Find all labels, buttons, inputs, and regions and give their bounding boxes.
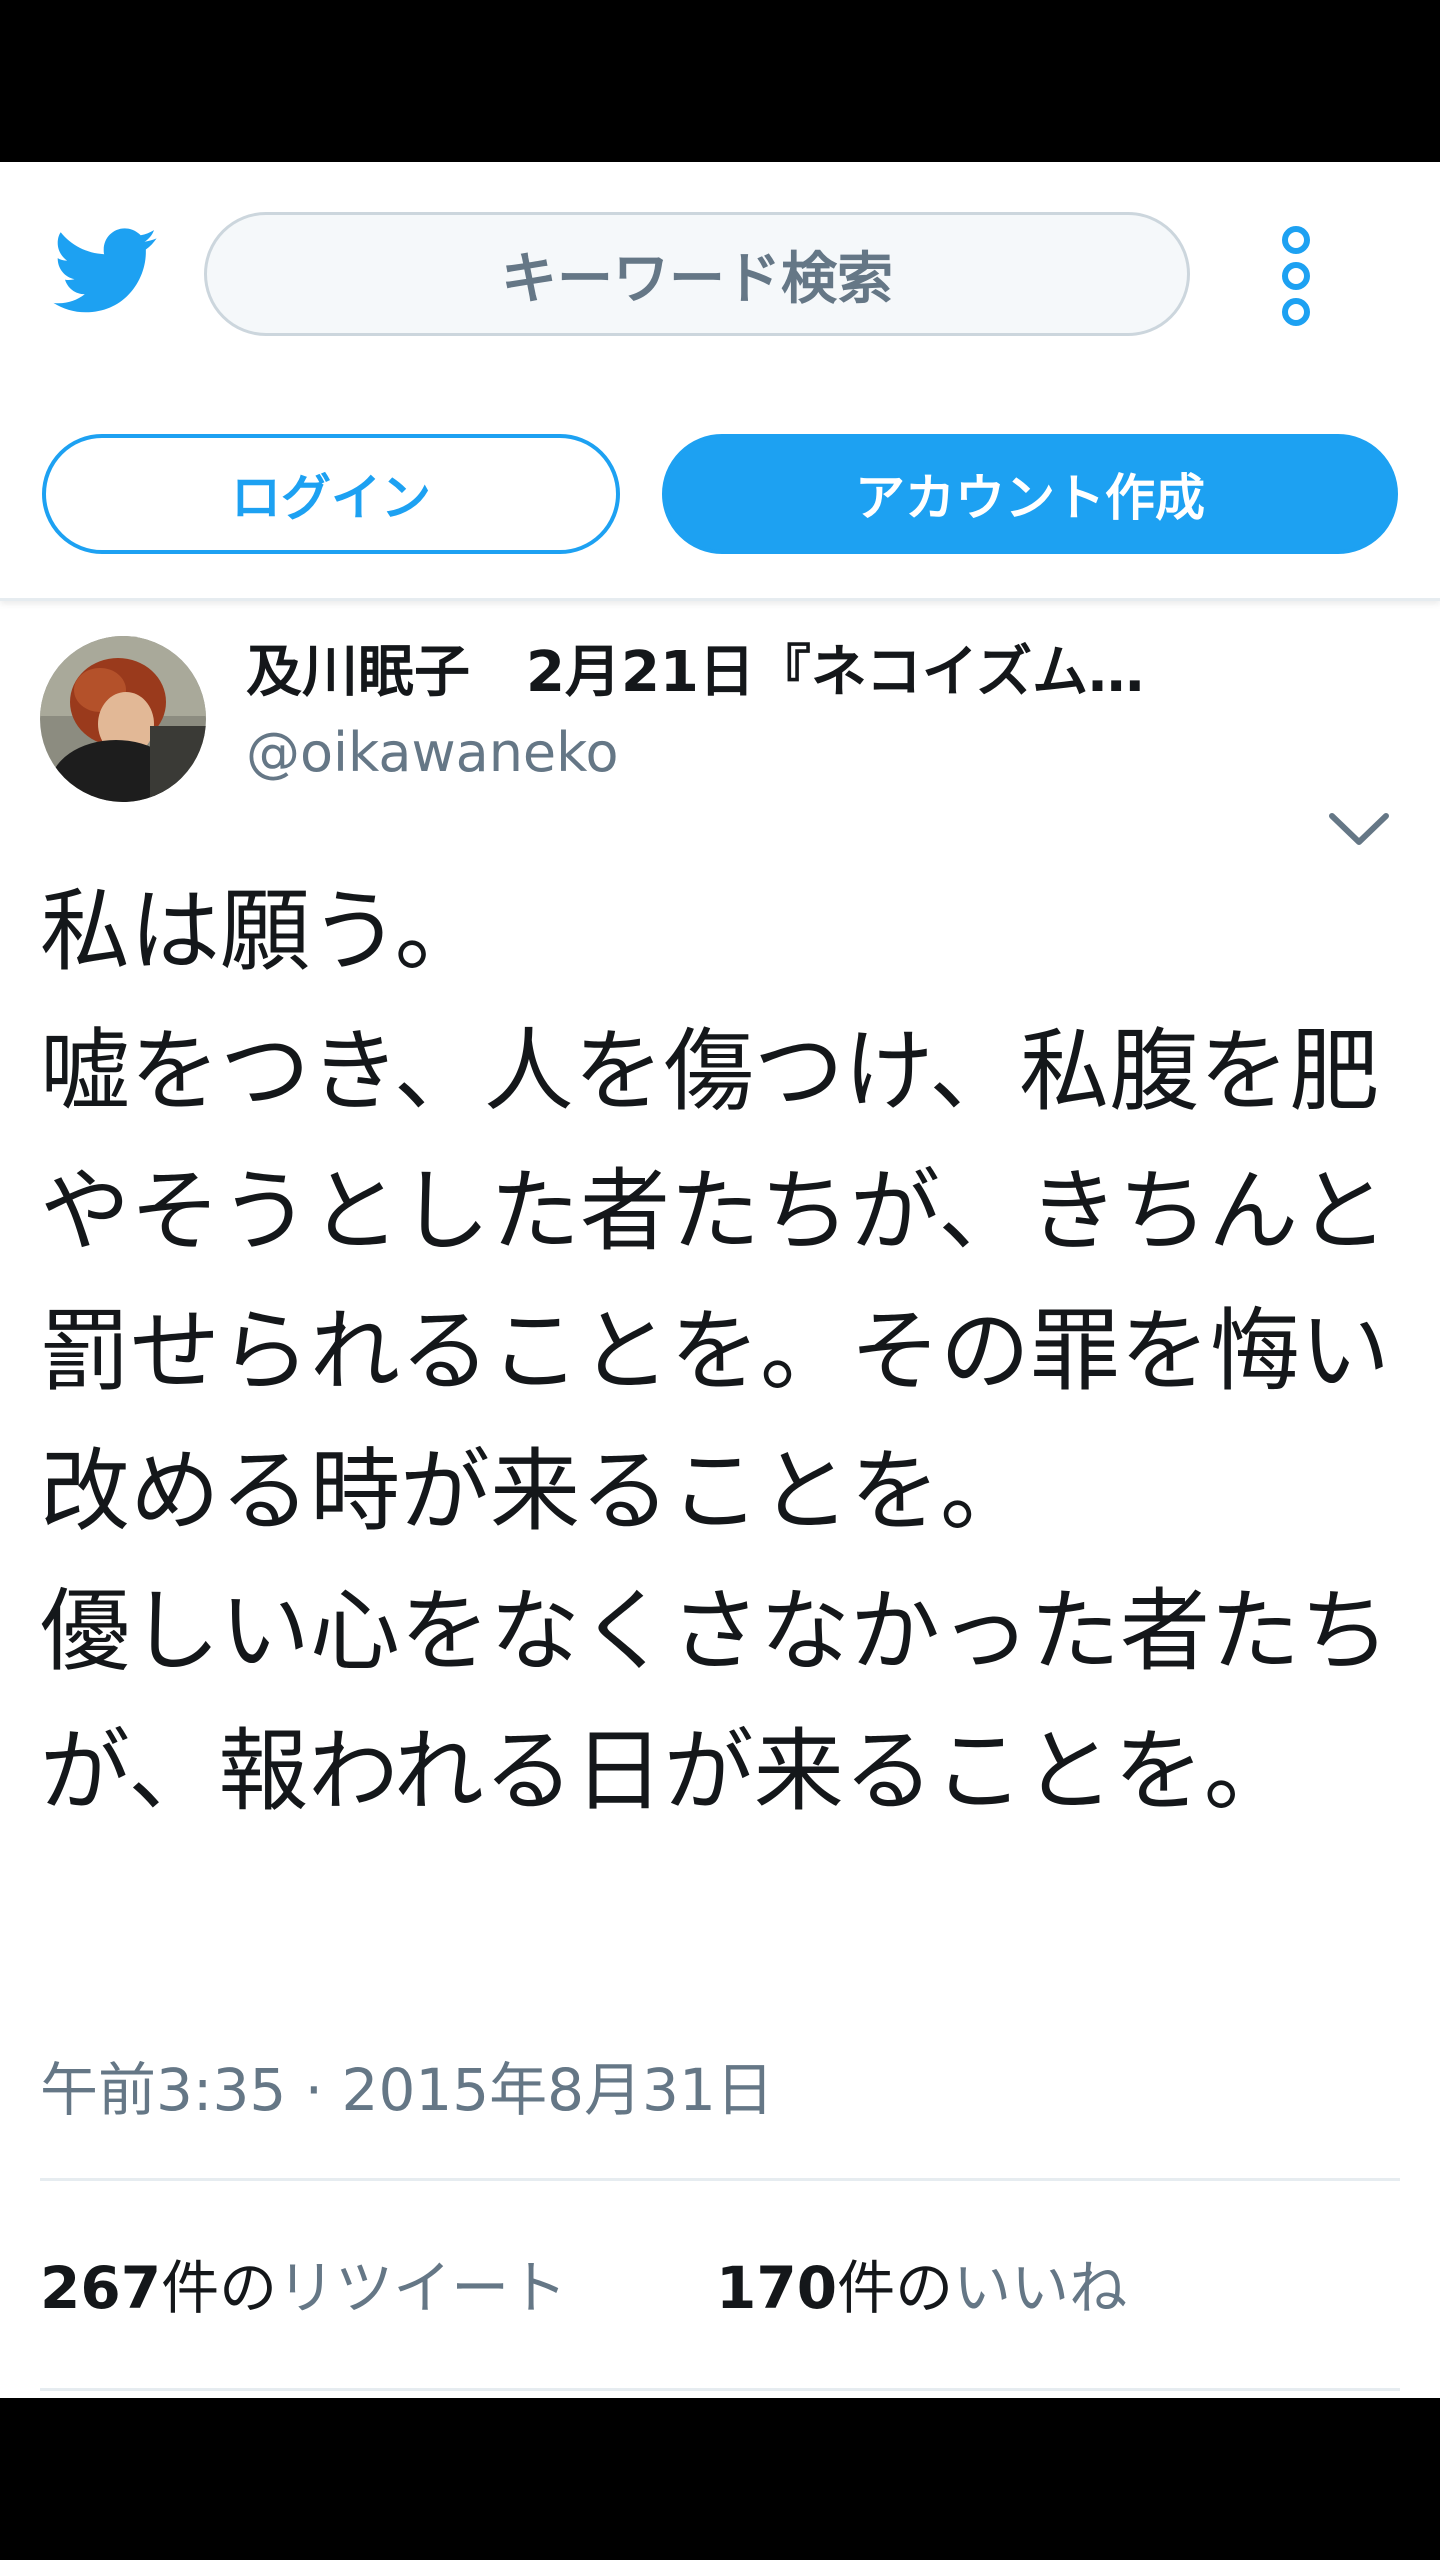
author-handle[interactable]: @oikawaneko [246,718,619,788]
signup-button[interactable]: アカウント作成 [662,434,1398,554]
like-count: 170 [716,2254,838,2322]
like-stat[interactable]: 170件のいいね [716,2238,1127,2338]
divider [40,2178,1400,2181]
tweet-timestamp[interactable]: 午前3:35 · 2015年8月31日 [40,2040,774,2140]
like-count-suffix: 件の [837,2254,954,2322]
login-label: ログイン [231,469,431,527]
search-placeholder: キーワード検索 [501,246,893,312]
retweet-count: 267 [40,2254,162,2322]
signup-label: アカウント作成 [855,469,1205,527]
login-button[interactable]: ログイン [42,434,620,554]
like-label: いいね [953,2254,1128,2322]
retweet-count-suffix: 件の [161,2254,278,2322]
author-name[interactable]: 及川眠子 2月21日『ネコイズム… [246,636,1246,710]
avatar[interactable] [40,636,206,802]
header: キーワード検索 ログイン アカウント作成 [0,162,1440,601]
search-input[interactable]: キーワード検索 [204,212,1190,336]
retweet-stat[interactable]: 267件のリツイート [40,2238,567,2338]
tweet-text: 私は願う。 嘘をつき、人を傷つけ、私腹を肥やそうとした者たちが、きちんと罰せられ… [40,879,1390,1824]
retweet-label: リツイート [277,2254,568,2322]
more-vertical-icon[interactable] [1276,224,1316,328]
screen: キーワード検索 ログイン アカウント作成 及川眠子 2月21日『ネコイズム… @… [0,162,1440,2398]
chevron-down-icon[interactable] [1326,810,1392,850]
divider [40,2388,1400,2391]
twitter-bird-icon[interactable] [52,228,158,314]
